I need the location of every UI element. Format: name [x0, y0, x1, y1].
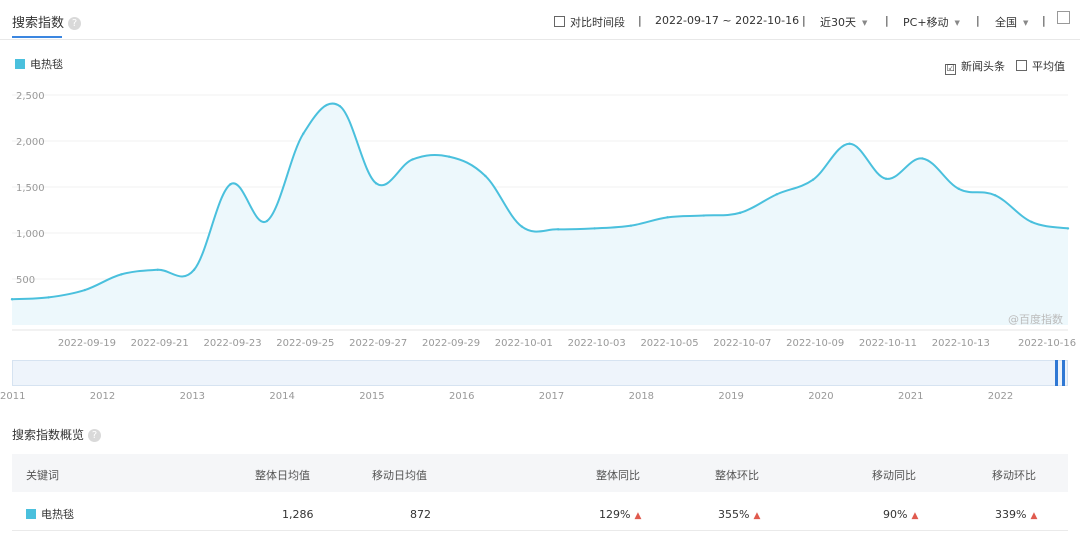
- col-overall-mom: 整体环比: [715, 469, 759, 482]
- x-tick-label: 2022-09-23: [203, 338, 261, 349]
- data-point: [957, 187, 960, 191]
- data-point: [993, 194, 997, 197]
- brush-handle-right[interactable]: [1062, 360, 1065, 386]
- timeline-year-label: 2012: [89, 391, 116, 402]
- col-keyword: 关键词: [26, 469, 59, 482]
- timeline-year-label: 2015: [359, 391, 385, 402]
- x-tick-label: 2022-10-05: [640, 338, 698, 349]
- data-point: [83, 288, 87, 292]
- mobile-yoy-value: 90%: [883, 508, 908, 521]
- cell-overall-yoy: 129% ▲: [599, 508, 641, 521]
- arrow-up-icon: ▲: [911, 511, 919, 521]
- keyword-swatch: [26, 509, 36, 519]
- data-point: [265, 219, 269, 223]
- data-point: [811, 178, 815, 181]
- cell-overall-avg: 1,286: [282, 508, 314, 521]
- data-point: [921, 157, 924, 160]
- data-point: [192, 268, 196, 271]
- col-overall-avg: 整体日均值: [255, 469, 310, 482]
- x-tick-label: 2022-09-19: [58, 338, 116, 349]
- mobile-mom-value: 339%: [995, 508, 1027, 521]
- data-point: [593, 227, 596, 230]
- x-tick-label: 2022-10-16: [1018, 338, 1076, 349]
- data-point: [229, 183, 232, 186]
- data-point: [775, 193, 778, 196]
- data-point: [1066, 227, 1070, 230]
- search-index-chart[interactable]: 500 1,000 1,500 2,000 2,500 2022-09-19 2022-09…: [0, 0, 1080, 360]
- timeline-year-label: 2016: [449, 391, 475, 402]
- x-tick-label: 2022-10-11: [859, 338, 917, 349]
- data-point: [156, 268, 159, 271]
- timeline-year-label: 2020: [808, 391, 834, 402]
- series-area: [12, 103, 1068, 325]
- y-tick-label: 2,500: [16, 91, 45, 102]
- summary-title: 搜索指数概览?: [12, 426, 102, 443]
- timeline-year-label: 2014: [269, 391, 295, 402]
- arrow-up-icon: ▲: [1030, 511, 1038, 521]
- data-point: [374, 182, 378, 185]
- data-point: [10, 298, 14, 301]
- col-mobile-yoy: 移动同比: [872, 469, 916, 482]
- data-point: [702, 214, 706, 217]
- arrow-up-icon: ▲: [753, 511, 761, 521]
- cell-mobile-yoy: 90% ▲: [883, 508, 918, 521]
- col-mobile-mom: 移动环比: [992, 469, 1036, 482]
- col-mobile-avg: 移动日均值: [372, 469, 427, 482]
- cell-mobile-avg: 872: [410, 508, 431, 521]
- data-point: [520, 225, 523, 228]
- data-point: [557, 228, 560, 231]
- row-divider: [12, 530, 1068, 531]
- y-tick-label: 1,000: [16, 229, 45, 240]
- x-tick-label: 2022-09-25: [276, 338, 334, 349]
- data-point: [848, 142, 851, 145]
- x-tick-label: 2022-09-21: [131, 338, 189, 349]
- data-point: [484, 174, 487, 178]
- x-tick-label: 2022-10-07: [713, 338, 771, 349]
- data-point: [1030, 220, 1033, 224]
- data-point: [338, 104, 341, 108]
- timeline-year-label: 2011: [0, 391, 26, 402]
- x-tick-label: 2022-10-09: [786, 338, 844, 349]
- timeline-year-label: 2022: [987, 391, 1014, 402]
- timeline-year-label: 2017: [538, 391, 565, 402]
- timeline-brush[interactable]: [12, 360, 1068, 386]
- watermark: @百度指数: [1008, 313, 1063, 326]
- arrow-up-icon: ▲: [634, 511, 642, 521]
- x-tick-label: 2022-09-29: [422, 338, 480, 349]
- timeline-year-label: 2021: [898, 391, 924, 402]
- timeline-year-label: 2019: [718, 391, 744, 402]
- y-tick-label: 2,000: [16, 137, 45, 148]
- data-point: [47, 296, 50, 299]
- timeline-year-label: 2018: [628, 391, 655, 402]
- summary-title-label: 搜索指数概览: [12, 428, 85, 442]
- x-tick-label: 2022-10-03: [568, 338, 626, 349]
- data-point: [302, 132, 305, 135]
- data-point: [120, 273, 123, 276]
- cell-mobile-mom: 339% ▲: [995, 508, 1037, 521]
- data-point: [629, 224, 633, 227]
- keyword-label: 电热毯: [41, 508, 74, 521]
- y-tick-label: 1,500: [16, 183, 45, 194]
- data-point: [447, 155, 451, 158]
- x-tick-label: 2022-10-13: [932, 338, 990, 349]
- data-point: [666, 216, 669, 219]
- data-point: [411, 158, 414, 161]
- overall-mom-value: 355%: [718, 508, 750, 521]
- help-icon[interactable]: ?: [88, 429, 102, 442]
- data-point: [884, 177, 888, 180]
- timeline-year-label: 2013: [179, 391, 206, 402]
- row-keyword: 电热毯: [26, 506, 74, 522]
- col-overall-yoy: 整体同比: [596, 469, 640, 482]
- data-point: [739, 211, 742, 214]
- overall-yoy-value: 129%: [599, 508, 631, 521]
- brush-handle-left[interactable]: [1055, 360, 1058, 386]
- x-tick-label: 2022-10-01: [495, 338, 553, 349]
- x-tick-label: 2022-09-27: [349, 338, 407, 349]
- cell-overall-mom: 355% ▲: [718, 508, 760, 521]
- y-tick-label: 500: [16, 275, 35, 286]
